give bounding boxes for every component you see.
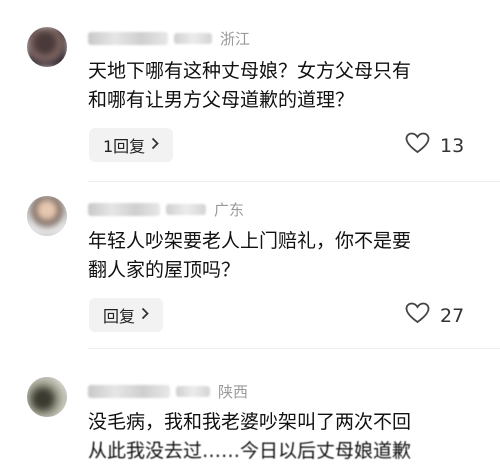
comment-text-line: 天地下哪有这种丈母娘？女方父母只有 (88, 60, 412, 82)
comment-meta: 广东 (88, 199, 244, 220)
nickname-blurred[interactable] (88, 32, 168, 45)
like-count: 13 (440, 134, 465, 157)
heart-outline-icon (405, 132, 440, 159)
comment-text-line: 翻人家的屋顶吗？ (88, 259, 241, 281)
comment-text: 天地下哪有这种丈母娘？女方父母只有 和哪有让男方父母道歉的道理？ (88, 57, 411, 115)
comment-meta: 浙江 (88, 28, 250, 49)
heart-outline-icon (405, 302, 440, 329)
location-label: 陕西 (218, 383, 249, 401)
reply-button-label: 1回复 (103, 137, 146, 156)
comment-item-3: 陕西 没毛病，我和我老婆吵架叫了两次不回 从此我没去过……今日以后丈母娘道歉 (0, 349, 500, 462)
location-label: 浙江 (220, 30, 251, 48)
like-button[interactable]: 27 (405, 302, 464, 329)
comment-text-line: 没毛病，我和我老婆吵架叫了两次不回 (88, 411, 412, 433)
timestamp-blurred (176, 386, 210, 397)
comment-text-line: 年轻人吵架要老人上门赔礼，你不是要 (88, 230, 412, 252)
chevron-right-icon (151, 136, 159, 154)
avatar[interactable] (27, 27, 67, 67)
reply-button-label: 回复 (103, 307, 136, 326)
like-button[interactable]: 13 (405, 132, 464, 159)
comment-meta: 陕西 (88, 381, 248, 402)
comment-item-1: 浙江 天地下哪有这种丈母娘？女方父母只有 和哪有让男方父母道歉的道理？ 1回复 … (0, 0, 500, 180)
avatar[interactable] (27, 377, 67, 417)
like-count: 27 (440, 304, 465, 327)
reply-button[interactable]: 1回复 (89, 128, 174, 162)
timestamp-blurred (166, 204, 206, 215)
comment-text: 没毛病，我和我老婆吵架叫了两次不回 从此我没去过……今日以后丈母娘道歉 (88, 408, 411, 466)
avatar[interactable] (27, 196, 67, 236)
location-label: 广东 (214, 201, 245, 219)
comment-text-line: 从此我没去过……今日以后丈母娘道歉 (88, 440, 412, 462)
comment-text-line: 和哪有让男方父母道歉的道理？ (88, 89, 355, 111)
comment-text: 年轻人吵架要老人上门赔礼，你不是要 翻人家的屋顶吗？ (88, 227, 411, 285)
nickname-blurred[interactable] (88, 385, 170, 398)
chevron-right-icon (141, 306, 149, 324)
timestamp-blurred (174, 33, 212, 44)
reply-button[interactable]: 回复 (89, 298, 164, 332)
nickname-blurred[interactable] (88, 203, 160, 216)
comment-item-2: 广东 年轻人吵架要老人上门赔礼，你不是要 翻人家的屋顶吗？ 回复 27 (0, 182, 500, 347)
